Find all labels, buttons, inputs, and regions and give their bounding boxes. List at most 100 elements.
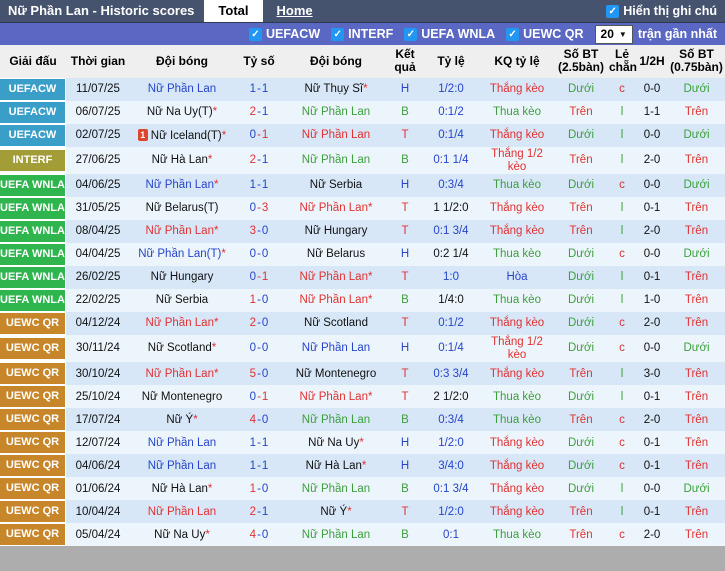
away-team-name[interactable]: Nữ Thụy Sĩ <box>304 83 363 95</box>
recent-matches-label: trận gần nhất <box>638 27 717 41</box>
show-notes-toggle[interactable]: ✓ Hiển thị ghi chú <box>606 0 725 22</box>
away-team-name[interactable]: Nữ Phần Lan <box>300 202 368 214</box>
over-under-25: Dưới <box>554 266 608 289</box>
match-date: 10/04/24 <box>66 500 130 523</box>
page-title: Nữ Phần Lan - Historic scores <box>0 0 204 22</box>
away-team-name[interactable]: Nữ Phần Lan <box>302 154 370 166</box>
check-icon[interactable]: ✓ <box>404 28 417 41</box>
odds-result: Thua kèo <box>480 101 554 124</box>
away-team-name[interactable]: Nữ Phần Lan <box>302 414 370 426</box>
match-date: 30/10/24 <box>66 362 130 385</box>
home-team: Nữ Montenegro <box>130 385 234 408</box>
league-cell: UEFA WNLA <box>0 243 66 266</box>
away-team-name[interactable]: Nữ Phần Lan <box>300 294 368 306</box>
handicap-odds: 0:3/4 <box>422 408 480 431</box>
away-team-name[interactable]: Nữ Ý <box>320 506 347 518</box>
away-team-name[interactable]: Nữ Phần Lan <box>302 106 370 118</box>
home-team-name[interactable]: Nữ Montenegro <box>142 391 223 403</box>
odd-even: l <box>608 266 636 289</box>
league-cell: UEFA WNLA <box>0 174 66 197</box>
handicap-odds: 1/2:0 <box>422 431 480 454</box>
league-badge: UEFA WNLA <box>0 175 65 196</box>
home-team-name[interactable]: Nữ Phần Lan <box>146 368 214 380</box>
home-team-name[interactable]: Nữ Phần Lan <box>148 83 216 95</box>
over-under-075: Dưới <box>668 124 725 147</box>
away-goals: 0 <box>262 294 268 306</box>
home-team-name[interactable]: Nữ Phần Lan <box>148 460 216 472</box>
home-team: Nữ Ý* <box>130 408 234 431</box>
match-row: INTERF27/06/25Nữ Hà Lan*2-1Nữ Phần LanB0… <box>0 147 725 174</box>
over-under-25: Dưới <box>554 174 608 197</box>
over-under-25: Trên <box>554 220 608 243</box>
star-marker: * <box>221 248 225 260</box>
filter-league-0[interactable]: ✓UEFACW <box>249 27 320 41</box>
odd-even: c <box>608 431 636 454</box>
home-team-name[interactable]: Nữ Phần Lan <box>146 179 214 191</box>
home-team-name[interactable]: Nữ Scotland <box>148 342 212 354</box>
halftime-score: 2-0 <box>636 408 668 431</box>
home-team-name[interactable]: Nữ Phần Lan <box>148 437 216 449</box>
odds-result: Thắng kèo <box>480 500 554 523</box>
match-score: 1-1 <box>234 78 284 101</box>
home-team-name[interactable]: Nữ Hà Lan <box>152 154 208 166</box>
away-team-name[interactable]: Nữ Phần Lan <box>302 483 370 495</box>
check-icon[interactable]: ✓ <box>249 28 262 41</box>
away-team-name[interactable]: Nữ Phần Lan <box>300 391 368 403</box>
filter-league-1[interactable]: ✓INTERF <box>331 27 393 41</box>
away-team-name[interactable]: Nữ Phần Lan <box>300 271 368 283</box>
league-cell: UEWC QR <box>0 523 66 546</box>
home-team-name[interactable]: Nữ Phần Lan <box>146 225 214 237</box>
home-team-name[interactable]: Nữ Hà Lan <box>152 483 208 495</box>
league-badge: UEWC QR <box>0 478 65 499</box>
away-goals: 0 <box>262 342 268 354</box>
match-score: 2-1 <box>234 500 284 523</box>
handicap-odds: 0:1 3/4 <box>422 477 480 500</box>
halftime-score: 0-1 <box>636 385 668 408</box>
odds-result: Thắng kèo <box>480 312 554 335</box>
away-team-name[interactable]: Nữ Hungary <box>305 225 368 237</box>
tab-home[interactable]: Home <box>263 0 327 22</box>
over-under-075: Trên <box>668 362 725 385</box>
odds-result: Thắng kèo <box>480 197 554 220</box>
check-icon[interactable]: ✓ <box>606 5 619 18</box>
away-team-name[interactable]: Nữ Montenegro <box>296 368 377 380</box>
match-count-select[interactable]: 20 ▼ <box>595 25 633 44</box>
home-team-name[interactable]: Nữ Iceland(T) <box>151 130 222 142</box>
filter-league-2[interactable]: ✓UEFA WNLA <box>404 27 495 41</box>
away-team-name[interactable]: Nữ Na Uy <box>308 437 359 449</box>
check-icon[interactable]: ✓ <box>506 28 519 41</box>
home-team-name[interactable]: Nữ Na Uy <box>154 529 205 541</box>
handicap-odds: 0:1/4 <box>422 335 480 362</box>
away-team: Nữ Ý* <box>284 500 388 523</box>
odd-even: c <box>608 243 636 266</box>
match-date: 11/07/25 <box>66 78 130 101</box>
match-row: UEWC QR30/11/24Nữ Scotland*0-0Nữ Phần La… <box>0 335 725 362</box>
away-team-name[interactable]: Nữ Phần Lan <box>302 529 370 541</box>
away-team-name[interactable]: Nữ Scotland <box>304 317 368 329</box>
home-team-name[interactable]: Nữ Serbia <box>156 294 208 306</box>
home-team-name[interactable]: Nữ Na Uy(T) <box>147 106 213 118</box>
away-team-name[interactable]: Nữ Hà Lan <box>306 460 362 472</box>
filter-league-3[interactable]: ✓UEWC QR <box>506 27 583 41</box>
away-team-name[interactable]: Nữ Belarus <box>307 248 365 260</box>
odd-even: c <box>608 408 636 431</box>
home-team-name[interactable]: Nữ Ý <box>166 414 193 426</box>
tab-total[interactable]: Total <box>204 0 262 22</box>
home-team-name[interactable]: Nữ Belarus(T) <box>146 202 219 214</box>
handicap-odds: 0:3/4 <box>422 174 480 197</box>
home-team-name[interactable]: Nữ Hungary <box>151 271 214 283</box>
odds-result: Thua kèo <box>480 174 554 197</box>
over-under-25: Trên <box>554 147 608 174</box>
away-team-name[interactable]: Nữ Serbia <box>310 179 362 191</box>
away-team-name[interactable]: Nữ Phần Lan <box>302 342 370 354</box>
league-badge: UEFA WNLA <box>0 244 65 265</box>
home-team-name[interactable]: Nữ Phần Lan(T) <box>138 248 221 260</box>
home-team-name[interactable]: Nữ Phần Lan <box>148 506 216 518</box>
check-icon[interactable]: ✓ <box>331 28 344 41</box>
over-under-25: Trên <box>554 101 608 124</box>
home-team-name[interactable]: Nữ Phần Lan <box>146 317 214 329</box>
league-badge: UEFA WNLA <box>0 221 65 242</box>
column-header-1: Thời gian <box>66 45 130 78</box>
league-cell: UEWC QR <box>0 454 66 477</box>
away-team-name[interactable]: Nữ Phần Lan <box>302 129 370 141</box>
